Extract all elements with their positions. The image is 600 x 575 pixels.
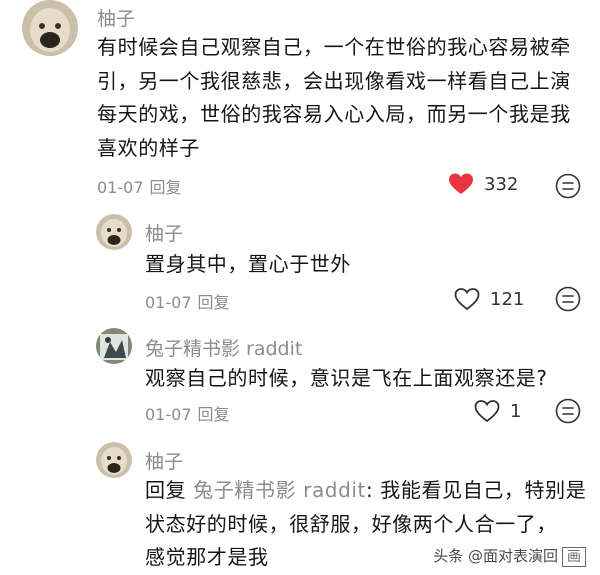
comment-text-line: 置身其中，置心于世外 — [145, 252, 351, 276]
comment-text: 置身其中，置心于世外 — [145, 248, 585, 282]
comment-text-segment: : 我能看见自己，特别是 — [366, 478, 587, 502]
avatar[interactable] — [96, 442, 132, 478]
comment-text-line: 喜欢的样子 — [97, 135, 200, 160]
comment-date: 01-07 — [145, 405, 192, 424]
more-options-icon[interactable] — [555, 286, 581, 312]
heart-filled-icon — [449, 173, 473, 194]
comment-username[interactable]: 柚子 — [97, 4, 135, 31]
reply-button[interactable]: 回复 — [150, 178, 182, 197]
comment-date: 01-07 — [97, 178, 144, 197]
like-count: 332 — [484, 173, 519, 195]
avatar[interactable] — [22, 0, 78, 56]
comment-username[interactable]: 柚子 — [145, 219, 183, 246]
comment-username[interactable]: 柚子 — [145, 447, 183, 474]
avatar[interactable] — [96, 214, 132, 250]
more-options-icon[interactable] — [555, 173, 581, 199]
watermark: 头条 @面对表演回画 — [433, 545, 586, 567]
like-button[interactable]: 1 — [474, 399, 521, 423]
reply-button[interactable]: 回复 — [198, 293, 230, 312]
like-count: 121 — [490, 288, 525, 310]
comment-meta: 01-07 回复 — [145, 401, 230, 425]
comment-username[interactable]: 兔子精书影 raddit — [145, 334, 302, 361]
watermark-badge: 画 — [562, 547, 586, 567]
comment-date: 01-07 — [145, 293, 192, 312]
comment-text-line: 状态好的时候，很舒服，好像两个人合一了， — [145, 511, 557, 536]
comment-text-line: 引，另一个我很慈悲，会出现像看戏一样看自己上演 — [97, 68, 571, 93]
comment-meta: 01-07 回复 — [145, 289, 230, 313]
like-button[interactable]: 332 — [448, 172, 518, 196]
comment-text: 观察自己的时候，意识是飞在上面观察还是? — [145, 362, 585, 396]
comment-text-line: 回复 兔子精书影 raddit: 我能看见自己，特别是 — [145, 474, 590, 508]
watermark-text: 头条 @面对表演回 — [433, 547, 558, 565]
heart-outline-icon — [474, 400, 500, 423]
reply-button[interactable]: 回复 — [198, 405, 230, 424]
more-options-icon[interactable] — [555, 398, 581, 424]
avatar[interactable] — [96, 328, 132, 364]
reply-prefix: 回复 — [145, 478, 187, 502]
comment-text-line: 观察自己的时候，意识是飞在上面观察还是? — [145, 366, 548, 390]
heart-outline-icon — [454, 288, 480, 311]
reply-mention[interactable]: 兔子精书影 raddit — [193, 478, 366, 502]
comment-text-line: 有时候会自己观察自己，一个在世俗的我心容易被牵 — [97, 35, 571, 59]
like-button[interactable]: 121 — [454, 287, 524, 311]
comment-meta: 01-07 回复 — [97, 174, 182, 198]
like-count: 1 — [510, 400, 522, 422]
comment-text-line: 每天的戏，世俗的我容易入心入局，而另一个我是我 — [97, 102, 571, 126]
comment-text: 有时候会自己观察自己，一个在世俗的我心容易被牵 引，另一个我很慈悲，会出现像看戏… — [97, 31, 587, 165]
